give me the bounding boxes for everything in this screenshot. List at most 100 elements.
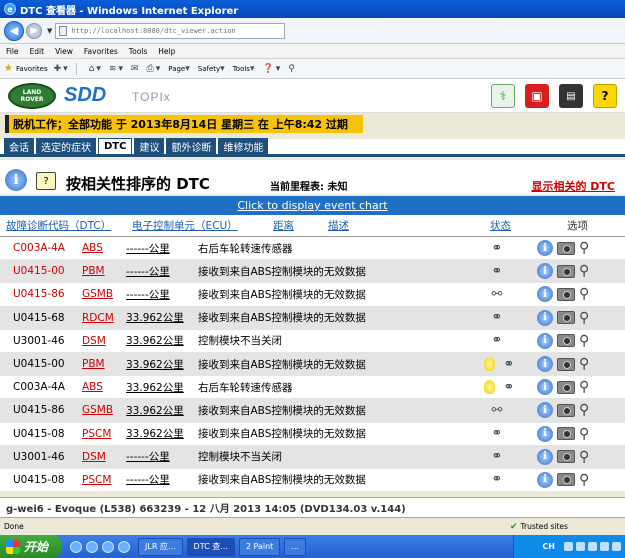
quick-launch-ie-icon[interactable] bbox=[70, 540, 82, 553]
table-row[interactable]: U0415-08 PSCM ------公里 接收到来自ABS控制模块的无效数据 ⚭ i ⚲ bbox=[0, 469, 625, 493]
col-header-ecu[interactable]: 电子控制单元（ECU） bbox=[132, 218, 238, 233]
tray-icon[interactable] bbox=[600, 542, 609, 551]
tab-session[interactable]: 会话 bbox=[4, 138, 34, 154]
camera-icon[interactable] bbox=[557, 264, 575, 278]
stethoscope-icon[interactable]: ⚲ bbox=[579, 263, 589, 279]
col-header-status[interactable]: 状态 bbox=[490, 218, 511, 233]
help-button[interactable]: ? bbox=[593, 84, 617, 108]
tools-menu[interactable]: Tools ▾ bbox=[233, 64, 257, 74]
tab-extra-diagnostics[interactable]: 额外诊断 bbox=[166, 138, 217, 154]
camera-icon[interactable] bbox=[557, 403, 575, 417]
camera-icon[interactable] bbox=[557, 241, 575, 255]
table-row[interactable]: U3001-46 DSM ------公里 控制模块不当关闭 ⚭ i ⚲ bbox=[0, 445, 625, 469]
info-icon[interactable]: i bbox=[537, 286, 553, 303]
ecu-link[interactable]: ABS bbox=[82, 381, 103, 393]
tab-recommendations[interactable]: 建议 bbox=[134, 138, 165, 154]
camera-icon[interactable] bbox=[557, 380, 575, 394]
table-row[interactable]: U0415-86 GSMB ------公里 接收到来自ABS控制模块的无效数据 ⚯ i ⚲ bbox=[0, 283, 625, 307]
ecu-link[interactable]: GSMB bbox=[82, 404, 113, 416]
ecu-link[interactable]: DSM bbox=[82, 451, 106, 463]
ecu-link[interactable]: ABS bbox=[82, 242, 103, 254]
page-menu[interactable]: Page ▾ bbox=[168, 64, 191, 74]
stethoscope-icon[interactable]: ⚲ bbox=[579, 286, 589, 302]
tab-service-functions[interactable]: 维修功能 bbox=[218, 138, 269, 154]
col-header-description[interactable]: 描述 bbox=[328, 218, 349, 233]
distance-link[interactable]: 33.962公里 bbox=[126, 426, 184, 441]
info-icon[interactable]: i bbox=[537, 448, 553, 465]
distance-link[interactable]: ------公里 bbox=[126, 449, 170, 464]
table-row[interactable]: U0415-00 PBM ------公里 接收到来自ABS控制模块的无效数据 ⚭ i ⚲ bbox=[0, 260, 625, 284]
tray-icon[interactable] bbox=[612, 542, 621, 551]
info-icon[interactable]: i bbox=[537, 356, 553, 373]
menu-file[interactable]: File bbox=[6, 47, 19, 56]
distance-link[interactable]: 33.962公里 bbox=[126, 333, 184, 348]
vci-connection-icon[interactable]: ⚕ bbox=[491, 84, 515, 108]
url-input[interactable]: http://localhost:8080/dtc_viewer.action bbox=[55, 22, 286, 39]
camera-icon[interactable] bbox=[557, 473, 575, 487]
distance-link[interactable]: ------公里 bbox=[126, 472, 170, 487]
distance-link[interactable]: 33.962公里 bbox=[126, 357, 184, 372]
stethoscope-icon[interactable]: ⚲ bbox=[579, 356, 589, 372]
table-row[interactable]: U0415-86 GSMB 33.962公里 接收到来自ABS控制模块的无效数据 ⚯ i ⚲ bbox=[0, 399, 625, 423]
ecu-link[interactable]: PSCM bbox=[82, 474, 111, 486]
stethoscope-icon[interactable]: ⚲ bbox=[579, 310, 589, 326]
info-icon[interactable]: i bbox=[537, 263, 553, 280]
language-indicator[interactable]: CH bbox=[542, 542, 555, 551]
distance-link[interactable]: 33.962公里 bbox=[126, 380, 184, 395]
ecu-link[interactable]: GSMB bbox=[82, 288, 113, 300]
info-icon[interactable]: i bbox=[537, 379, 553, 396]
feeds-button[interactable]: ≋ ▾ bbox=[109, 64, 125, 74]
tray-icon[interactable] bbox=[576, 542, 585, 551]
quick-launch-app-icon[interactable] bbox=[102, 540, 114, 553]
battery-icon[interactable]: ▤ bbox=[559, 84, 583, 108]
info-icon[interactable]: i bbox=[537, 240, 553, 257]
stethoscope-icon[interactable]: ⚲ bbox=[579, 449, 589, 465]
ecu-link[interactable]: RDCM bbox=[82, 312, 114, 324]
print-button[interactable]: ⎙ ▾ bbox=[147, 64, 163, 74]
distance-link[interactable]: ------公里 bbox=[126, 241, 170, 256]
tab-selected-symptoms[interactable]: 选定的症状 bbox=[36, 138, 96, 154]
task-jlr[interactable]: JLR 应... bbox=[138, 537, 183, 556]
home-button[interactable]: ⌂ ▾ bbox=[89, 64, 103, 74]
menu-view[interactable]: View bbox=[55, 47, 73, 56]
tray-icon[interactable] bbox=[588, 542, 597, 551]
safety-menu[interactable]: Safety ▾ bbox=[198, 64, 227, 74]
tray-icon[interactable] bbox=[564, 542, 573, 551]
task-more[interactable]: ... bbox=[284, 537, 306, 556]
task-dtc-viewer[interactable]: DTC 查... bbox=[186, 537, 235, 556]
info-icon[interactable]: i bbox=[537, 402, 553, 419]
research-button[interactable]: ⚲ bbox=[288, 64, 297, 74]
table-row[interactable]: U0415-00 PBM 33.962公里 接收到来自ABS控制模块的无效数据 ⚭ i ⚲ bbox=[0, 352, 625, 377]
col-header-code[interactable]: 故障诊断代码（DTC） bbox=[6, 218, 111, 233]
forward-button[interactable]: ▶ bbox=[26, 22, 42, 39]
info-icon[interactable]: i bbox=[537, 471, 553, 488]
stethoscope-icon[interactable]: ⚲ bbox=[579, 472, 589, 488]
history-dropdown-icon[interactable]: ▼ bbox=[47, 27, 52, 35]
camera-icon[interactable] bbox=[557, 334, 575, 348]
start-button[interactable]: 开始 bbox=[0, 535, 62, 558]
favorites-star-icon[interactable]: ★ bbox=[4, 63, 13, 74]
camera-icon[interactable] bbox=[557, 427, 575, 441]
security-zone[interactable]: ✔ Trusted sites bbox=[510, 522, 568, 532]
info-icon[interactable]: i bbox=[537, 425, 553, 442]
tab-dtc[interactable]: DTC bbox=[98, 138, 133, 154]
ecu-link[interactable]: PBM bbox=[82, 265, 105, 277]
ecu-link[interactable]: PBM bbox=[82, 358, 105, 370]
favorites-label[interactable]: Favorites bbox=[16, 65, 48, 73]
show-related-dtc-link[interactable]: 显示相关的 DTC bbox=[531, 178, 615, 194]
menu-favorites[interactable]: Favorites bbox=[84, 47, 118, 56]
help-menu[interactable]: ❓ ▾ bbox=[262, 64, 282, 74]
stethoscope-icon[interactable]: ⚲ bbox=[579, 402, 589, 418]
menu-help[interactable]: Help bbox=[158, 47, 175, 56]
camera-icon[interactable] bbox=[557, 450, 575, 464]
table-row[interactable]: C003A-4A ABS ------公里 右后车轮转速传感器 ⚭ i ⚲ bbox=[0, 237, 625, 261]
mail-button[interactable]: ✉ bbox=[131, 64, 141, 74]
camera-icon[interactable] bbox=[557, 287, 575, 301]
add-favorite-button[interactable]: ✚ ▾ bbox=[54, 64, 70, 74]
event-chart-link[interactable]: Click to display event chart bbox=[237, 199, 387, 212]
table-row[interactable]: C003A-4A ABS 33.962公里 右后车轮转速传感器 ⚭ i ⚲ bbox=[0, 376, 625, 400]
camera-icon[interactable] bbox=[557, 311, 575, 325]
menu-edit[interactable]: Edit bbox=[30, 47, 45, 56]
distance-link[interactable]: 33.962公里 bbox=[126, 403, 184, 418]
stethoscope-icon[interactable]: ⚲ bbox=[579, 426, 589, 442]
